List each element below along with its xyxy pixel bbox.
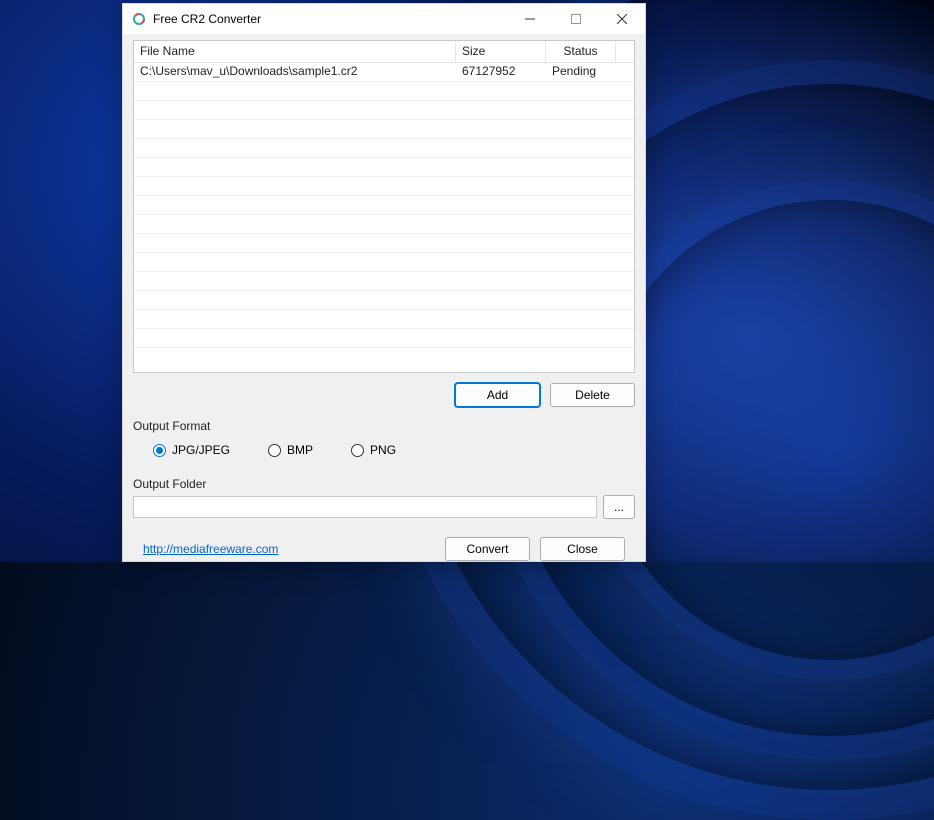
app-window: Free CR2 Converter File Name Size Status (122, 3, 646, 562)
browse-button[interactable]: ... (603, 495, 635, 519)
radio-label: JPG/JPEG (172, 443, 230, 457)
website-link[interactable]: http://mediafreeware.com (143, 542, 278, 556)
close-button[interactable]: Close (540, 537, 625, 561)
radio-bmp[interactable]: BMP (268, 443, 313, 457)
output-format-group: JPG/JPEG BMP PNG (133, 433, 635, 465)
output-format-label: Output Format (133, 419, 635, 433)
table-row[interactable]: C:\Users\mav_u\Downloads\sample1.cr2 671… (134, 63, 634, 82)
add-button[interactable]: Add (455, 383, 540, 407)
cell-filename: C:\Users\mav_u\Downloads\sample1.cr2 (134, 63, 456, 81)
cell-size: 67127952 (456, 63, 546, 81)
app-icon (131, 11, 147, 27)
minimize-button[interactable] (507, 4, 553, 34)
col-header-filename[interactable]: File Name (134, 41, 456, 62)
file-list[interactable]: File Name Size Status C:\Users\mav_u\Dow… (133, 40, 635, 373)
window-title: Free CR2 Converter (153, 12, 261, 26)
close-window-button[interactable] (599, 4, 645, 34)
radio-icon (268, 444, 281, 457)
delete-button[interactable]: Delete (550, 383, 635, 407)
output-folder-label: Output Folder (133, 477, 635, 491)
col-header-status[interactable]: Status (546, 41, 616, 62)
titlebar[interactable]: Free CR2 Converter (123, 4, 645, 34)
radio-jpg[interactable]: JPG/JPEG (153, 443, 230, 457)
radio-png[interactable]: PNG (351, 443, 396, 457)
maximize-button[interactable] (553, 4, 599, 34)
col-header-size[interactable]: Size (456, 41, 546, 62)
radio-label: PNG (370, 443, 396, 457)
file-list-header: File Name Size Status (134, 41, 634, 63)
file-list-body[interactable]: C:\Users\mav_u\Downloads\sample1.cr2 671… (134, 63, 634, 372)
radio-icon (153, 444, 166, 457)
radio-icon (351, 444, 364, 457)
convert-button[interactable]: Convert (445, 537, 530, 561)
cell-status: Pending (546, 63, 616, 81)
output-folder-input[interactable] (133, 496, 597, 518)
radio-label: BMP (287, 443, 313, 457)
